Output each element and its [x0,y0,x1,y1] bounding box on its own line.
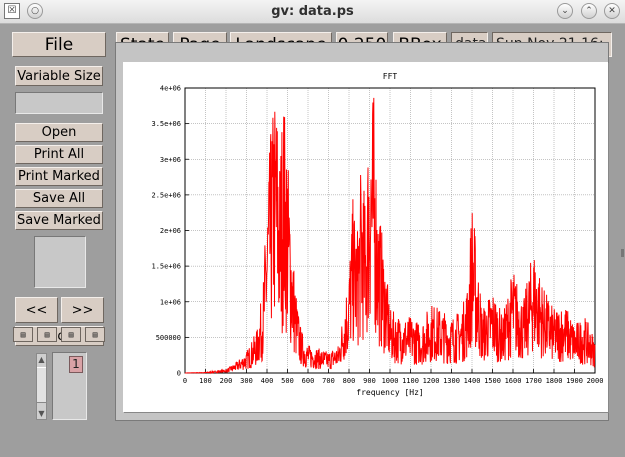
x-tick-label: 600 [302,377,315,385]
x-tick-label: 400 [261,377,274,385]
x-tick-label: 1400 [464,377,481,385]
arrow-down-icon[interactable]: ▼ [37,409,46,419]
x-axis-label: frequency [Hz] [356,388,423,397]
x-tick-label: 1200 [423,377,440,385]
save-marked-button[interactable]: Save Marked [15,211,103,230]
series-line [185,97,596,375]
save-all-button[interactable]: Save All [15,189,103,208]
x-tick-label: 1000 [382,377,399,385]
orientation-landscape-icon[interactable]: ▤ [37,327,57,342]
y-tick-label: 3e+06 [160,156,181,164]
next-page-button[interactable]: >> [61,297,104,323]
y-tick-label: 4e+06 [160,85,181,93]
y-tick-label: 3.5e+06 [151,120,181,128]
chevron-up-icon: ⌃ [585,5,593,16]
print-marked-button[interactable]: Print Marked [15,167,103,186]
prev-page-button[interactable]: << [15,297,58,323]
open-button[interactable]: Open [15,123,103,142]
y-tick-label: 2e+06 [160,227,181,235]
x-tick-label: 500 [281,377,294,385]
x-tick-label: 1100 [402,377,419,385]
close-button[interactable]: ✕ [604,3,620,19]
x-tick-label: 1700 [525,377,542,385]
resize-handle[interactable] [621,249,624,257]
x-tick-label: 300 [240,377,253,385]
orientation-seascape-icon[interactable]: ▤ [85,327,105,342]
panner[interactable] [15,92,103,114]
x-axis: 0 100 200 300 400 500 600 700 800 900 1000 1100 1200… [183,369,604,385]
arrow-up-icon[interactable]: ▲ [37,355,46,365]
chevron-down-icon: ⌄ [561,5,569,16]
print-all-button[interactable]: Print All [15,145,103,164]
orientation-portrait-icon[interactable]: ▤ [13,327,33,342]
x-tick-label: 1600 [505,377,522,385]
y-tick-label: 1e+06 [160,298,181,306]
x-tick-label: 200 [220,377,233,385]
minimize-button[interactable]: ⌄ [557,3,573,19]
x-tick-label: 900 [363,377,376,385]
variable-size-button[interactable]: Variable Size [15,66,103,86]
close-icon: ✕ [608,5,616,16]
x-tick-label: 100 [199,377,212,385]
y-tick-label: 0 [177,370,181,378]
y-axis: 0 500000 1e+06 1.5e+06 2e+06 2.5e+06 3e+06 3.5e… [151,85,189,378]
y-tick-label: 2.5e+06 [151,191,181,199]
x-tick-label: 2000 [587,377,604,385]
x-tick-label: 1500 [484,377,501,385]
x-tick-label: 0 [183,377,187,385]
x-tick-label: 1300 [443,377,460,385]
x-tick-label: 800 [343,377,356,385]
window-title: gv: data.ps [271,4,354,19]
orientation-upside-down-icon[interactable]: ▤ [61,327,81,342]
file-menu-button[interactable]: File [12,32,106,57]
maximize-button[interactable]: ⌃ [581,3,597,19]
title-bar: ☒ ○ gv: data.ps ⌄ ⌃ ✕ [0,0,625,24]
y-tick-label: 500000 [156,334,181,342]
y-tick-label: 1.5e+06 [151,263,181,271]
page-list[interactable]: 1 [52,352,87,420]
x-tick-label: 700 [322,377,335,385]
x-tick-label: 1900 [566,377,583,385]
fft-chart: 0 500000 1e+06 1.5e+06 2e+06 2.5e+06 3e+06 3.5e… [151,72,604,397]
scrollbar-thumb[interactable] [37,367,46,403]
magnifier-panel[interactable] [34,236,86,288]
page-list-scrollbar[interactable]: ▲ ▼ [36,353,47,420]
x-tick-label: 1800 [546,377,563,385]
chart-title: FFT [383,72,398,81]
page-list-item[interactable]: 1 [69,356,83,373]
document-page: 0 500000 1e+06 1.5e+06 2e+06 2.5e+06 3e+06 3.5e… [123,62,608,412]
